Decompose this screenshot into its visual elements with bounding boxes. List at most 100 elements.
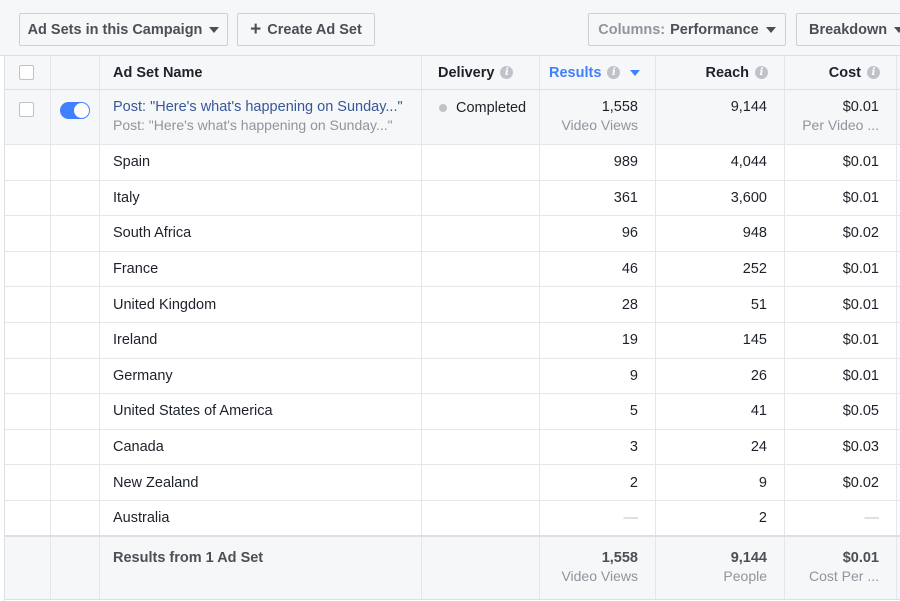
breakdown-row: Italy 361 3,600 $0.01 xyxy=(5,180,900,217)
breakdown-name: South Africa xyxy=(100,216,422,251)
adsets-dropdown-button[interactable]: Ad Sets in this Campaign xyxy=(19,13,228,46)
info-icon[interactable]: i xyxy=(607,66,621,79)
breakdown-cost-value: $0.01 xyxy=(842,332,879,349)
breakdown-row: United States of America 5 41 $0.05 xyxy=(5,394,900,430)
breakdown-name: Germany xyxy=(100,358,422,394)
breakdown-results: 46 xyxy=(540,251,656,287)
breakdown-name: Spain xyxy=(100,145,422,180)
summary-delivery-cell xyxy=(422,537,540,599)
breakdown-results: 9 xyxy=(540,358,656,394)
breakdown-reach: 9 xyxy=(656,465,785,500)
breakdown-row: New Zealand 2 9 $0.02 xyxy=(5,465,900,501)
breakdown-name-value: Canada xyxy=(113,439,164,456)
breakdown-cost: $0.02 xyxy=(785,465,897,500)
info-icon[interactable]: i xyxy=(500,66,514,79)
info-icon[interactable]: i xyxy=(755,66,768,79)
breakdown-cost: $0.03 xyxy=(785,429,897,465)
breakdown-results: 5 xyxy=(540,394,656,429)
sort-descending-icon[interactable] xyxy=(630,69,641,76)
chevron-down-icon xyxy=(894,26,900,33)
breakdown-name: France xyxy=(100,251,422,287)
breakdown-reach-value: 51 xyxy=(750,296,767,313)
breakdown-results: 28 xyxy=(540,287,656,322)
plus-icon: + xyxy=(250,19,262,40)
info-icon[interactable]: i xyxy=(867,66,880,79)
summary-toggle-cell xyxy=(51,537,100,599)
breakdown-select-cell xyxy=(5,394,51,429)
adset-checkbox[interactable] xyxy=(19,102,34,117)
adset-name-link[interactable]: Post: "Here's what's happening on Sunday… xyxy=(113,99,421,115)
adset-cost-value: $0.01 xyxy=(842,99,879,115)
breakdown-row: Ireland 19 145 $0.01 xyxy=(5,323,900,359)
breakdown-dropdown-button[interactable]: Breakdown xyxy=(796,13,900,46)
breakdown-results-value: 28 xyxy=(621,296,638,313)
breakdown-label: Breakdown xyxy=(809,21,888,38)
breakdown-delivery-cell xyxy=(422,501,540,536)
breakdown-select-cell xyxy=(5,465,51,500)
breakdown-delivery-cell xyxy=(422,323,540,358)
breakdown-reach: 51 xyxy=(656,287,785,322)
breakdown-results-value: 19 xyxy=(621,332,638,349)
breakdown-name: Australia xyxy=(100,501,422,536)
summary-row: Results from 1 Ad Set 1,558 Video Views … xyxy=(5,535,900,600)
breakdown-cost: $0.01 xyxy=(785,287,897,322)
breakdown-name-value: Germany xyxy=(113,367,173,384)
breakdown-reach-value: 252 xyxy=(742,261,767,278)
breakdown-row: United Kingdom 28 51 $0.01 xyxy=(5,287,900,323)
breakdown-cost: — xyxy=(785,501,897,536)
breakdown-reach: 41 xyxy=(656,394,785,429)
select-all-checkbox[interactable] xyxy=(19,65,34,80)
adset-results-subtitle: Video Views xyxy=(561,117,638,133)
header-reach[interactable]: Reach i xyxy=(656,56,785,89)
breakdown-select-cell xyxy=(5,216,51,251)
breakdown-name-value: Australia xyxy=(113,510,170,527)
breakdown-reach-value: 24 xyxy=(750,439,767,456)
breakdown-cost-value: $0.01 xyxy=(842,154,879,171)
breakdown-reach-value: 948 xyxy=(742,225,767,242)
breakdown-reach-value: 3,600 xyxy=(730,189,767,206)
columns-dropdown-button[interactable]: Columns: Performance xyxy=(588,13,786,46)
adset-cost-subtitle: Per Video ... xyxy=(802,117,879,133)
breakdown-cost-value: $0.01 xyxy=(842,367,879,384)
summary-reach-value: 9,144 xyxy=(730,550,767,566)
adset-row[interactable]: Post: "Here's what's happening on Sunday… xyxy=(5,90,900,145)
breakdown-reach: 948 xyxy=(656,216,785,251)
breakdown-select-cell xyxy=(5,180,51,216)
breakdown-cost: $0.01 xyxy=(785,145,897,180)
header-cost[interactable]: Cost i xyxy=(785,56,897,89)
create-adset-button[interactable]: + Create Ad Set xyxy=(237,13,375,46)
breakdown-cost-value: $0.01 xyxy=(842,296,879,313)
breakdown-results-value: 9 xyxy=(629,367,638,384)
columns-prefix: Columns: xyxy=(598,21,666,38)
breakdown-toggle-cell xyxy=(51,501,100,536)
header-delivery[interactable]: Delivery i xyxy=(422,56,540,89)
breakdown-reach-value: 4,044 xyxy=(730,154,767,171)
summary-label: Results from 1 Ad Set xyxy=(113,550,264,566)
breakdown-cost-value: $0.03 xyxy=(842,439,879,456)
breakdown-cost: $0.05 xyxy=(785,394,897,429)
breakdown-toggle-cell xyxy=(51,251,100,287)
breakdown-cost-value: $0.02 xyxy=(842,474,879,491)
header-reach-label: Reach xyxy=(705,64,749,81)
header-results[interactable]: Results i xyxy=(540,56,656,89)
breakdown-results-value: 3 xyxy=(629,439,638,456)
breakdown-reach: 3,600 xyxy=(656,180,785,216)
breakdown-toggle-cell xyxy=(51,429,100,465)
breakdown-reach: 4,044 xyxy=(656,145,785,180)
header-delivery-label: Delivery xyxy=(438,64,495,81)
breakdown-cost: $0.01 xyxy=(785,323,897,358)
breakdown-cost-value: $0.02 xyxy=(842,225,879,242)
adset-status-toggle[interactable] xyxy=(60,102,90,119)
header-adset-name[interactable]: Ad Set Name xyxy=(100,56,422,89)
breakdown-results: 2 xyxy=(540,465,656,500)
breakdown-reach: 24 xyxy=(656,429,785,465)
summary-cost-subtitle: Cost Per ... xyxy=(808,568,879,584)
breakdown-cost-value: $0.05 xyxy=(842,403,879,420)
breakdown-cost: $0.02 xyxy=(785,216,897,251)
header-results-label: Results xyxy=(549,64,602,81)
breakdown-name-value: Spain xyxy=(113,154,151,171)
summary-results-cell: 1,558 Video Views xyxy=(540,537,656,599)
breakdown-reach-value: 26 xyxy=(750,367,767,384)
breakdown-results-value: 46 xyxy=(621,261,638,278)
breakdown-delivery-cell xyxy=(422,216,540,251)
